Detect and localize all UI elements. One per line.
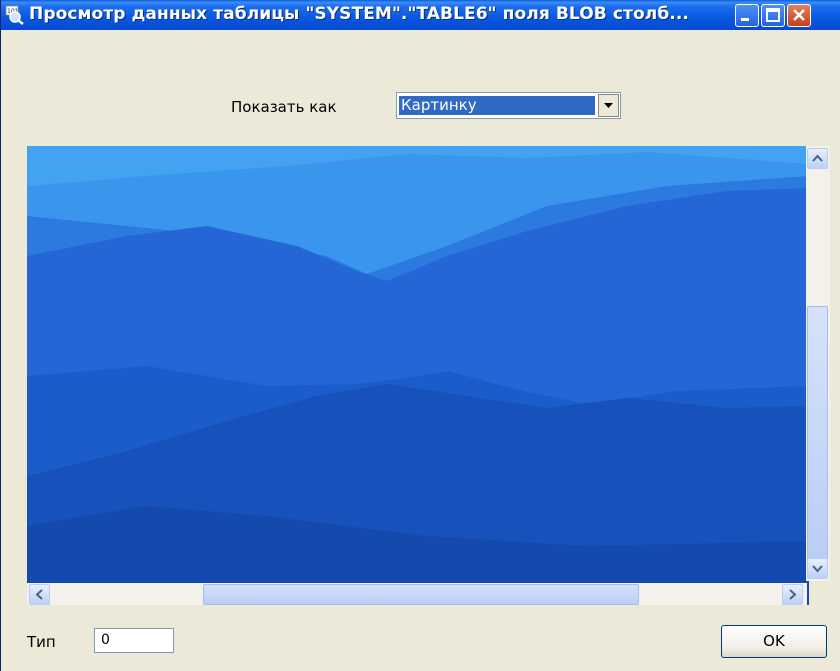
blob-viewer-window: 101 Просмотр данных таблицы "SYSTEM"."TA… <box>0 0 840 671</box>
scroll-left-button[interactable] <box>29 584 50 605</box>
vertical-scrollbar[interactable] <box>806 146 830 581</box>
arrow-up-icon <box>812 154 823 162</box>
dropdown-button[interactable] <box>598 94 619 117</box>
search-document-icon: 101 <box>5 5 24 25</box>
arrow-left-icon <box>35 589 43 600</box>
type-field[interactable]: 0 <box>94 628 174 653</box>
vertical-scroll-thumb[interactable] <box>807 306 828 562</box>
ok-button[interactable]: OK <box>721 625 827 658</box>
show-as-dropdown[interactable]: Картинку <box>396 92 621 119</box>
close-icon <box>793 9 805 21</box>
minimize-button[interactable] <box>735 4 759 27</box>
window-title: Просмотр данных таблицы "SYSTEM"."TABLE6… <box>29 4 689 24</box>
type-label: Тип <box>27 633 56 651</box>
blob-image-preview <box>27 146 809 605</box>
chevron-down-icon <box>604 103 613 108</box>
show-as-selected-value: Картинку <box>399 96 595 115</box>
title-bar[interactable]: 101 Просмотр данных таблицы "SYSTEM"."TA… <box>1 0 840 30</box>
scroll-right-button[interactable] <box>782 584 803 605</box>
scroll-up-button[interactable] <box>807 148 828 169</box>
close-button[interactable] <box>787 4 811 27</box>
maximize-button[interactable] <box>761 4 785 27</box>
horizontal-scroll-thumb[interactable] <box>203 584 639 605</box>
show-as-label: Показать как <box>231 98 337 116</box>
horizontal-scrollbar[interactable] <box>27 583 807 605</box>
maximize-icon <box>766 8 780 22</box>
scroll-down-button[interactable] <box>807 558 828 579</box>
arrow-down-icon <box>812 565 823 573</box>
arrow-right-icon <box>789 589 797 600</box>
minimize-icon <box>741 18 749 21</box>
